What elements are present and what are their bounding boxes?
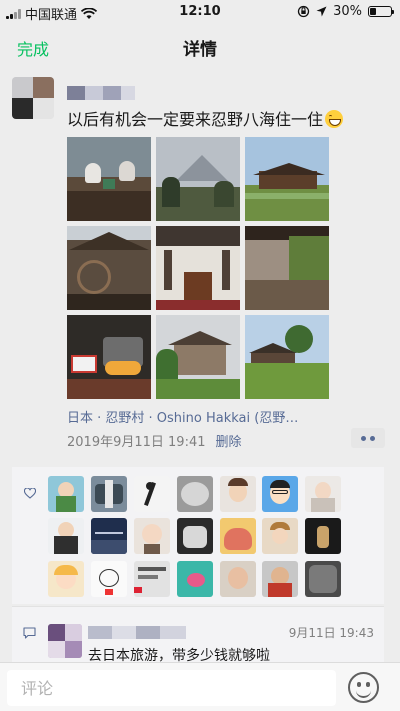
comment-time: 9月11日 19:43 — [288, 626, 374, 640]
post-time-row: 2019年9月11日 19:41 删除 — [67, 431, 242, 450]
like-avatar[interactable] — [220, 476, 256, 512]
like-avatar[interactable] — [177, 561, 213, 597]
like-avatar[interactable] — [134, 476, 170, 512]
like-avatar[interactable] — [305, 476, 341, 512]
like-avatar[interactable] — [177, 476, 213, 512]
location-arrow-icon — [316, 6, 327, 17]
like-avatar[interactable] — [48, 518, 84, 554]
post-photo-9[interactable] — [245, 315, 329, 399]
post-text: 以后有机会一定要来忍野八海住一住 — [67, 106, 344, 130]
like-avatar[interactable] — [220, 518, 256, 554]
like-avatar[interactable] — [134, 518, 170, 554]
post-photo-7[interactable] — [67, 315, 151, 399]
like-avatar[interactable] — [305, 561, 341, 597]
delete-button[interactable]: 删除 — [216, 435, 242, 450]
post-photo-3[interactable] — [245, 137, 329, 221]
like-avatar[interactable] — [177, 518, 213, 554]
page-title: 详情 — [183, 40, 217, 60]
author-name-redacted[interactable] — [67, 84, 137, 102]
more-dots-icon[interactable] — [351, 428, 385, 448]
smile-emoji-icon — [325, 110, 344, 128]
like-avatar[interactable] — [220, 561, 256, 597]
comment-icon — [23, 627, 36, 639]
like-avatar[interactable] — [48, 476, 84, 512]
like-avatar[interactable] — [91, 518, 127, 554]
author-avatar[interactable] — [12, 77, 54, 119]
battery-icon — [368, 6, 394, 17]
post-photo-5[interactable] — [156, 226, 240, 310]
post-photo-6[interactable] — [245, 226, 329, 310]
like-avatar[interactable] — [262, 476, 298, 512]
status-bar: 中国联通 12:10 30% — [0, 0, 400, 23]
lock-rotation-icon — [297, 5, 310, 18]
like-avatar[interactable] — [134, 561, 170, 597]
like-avatar[interactable] — [91, 561, 127, 597]
post-photo-8[interactable] — [156, 315, 240, 399]
post-photo-2[interactable] — [156, 137, 240, 221]
like-avatar[interactable] — [262, 561, 298, 597]
like-avatar[interactable] — [262, 518, 298, 554]
like-avatar[interactable] — [48, 561, 84, 597]
comment-input-bar — [0, 662, 400, 711]
comment-input[interactable] — [7, 670, 336, 706]
commenter-name-redacted[interactable] — [88, 624, 188, 640]
emoji-button-icon[interactable] — [348, 672, 379, 703]
heart-icon — [24, 488, 36, 499]
post-time: 2019年9月11日 19:41 — [67, 435, 206, 450]
like-avatar[interactable] — [91, 476, 127, 512]
nav-bar: 完成 详情 — [0, 22, 400, 68]
post-photo-1[interactable] — [67, 137, 151, 221]
like-avatar[interactable] — [305, 518, 341, 554]
commenter-avatar[interactable] — [48, 624, 82, 658]
battery-percent: 30% — [333, 4, 362, 19]
location-link[interactable]: 日本 · 忍野村 · Oshino Hakkai (忍野… — [67, 407, 298, 426]
post-photo-4[interactable] — [67, 226, 151, 310]
